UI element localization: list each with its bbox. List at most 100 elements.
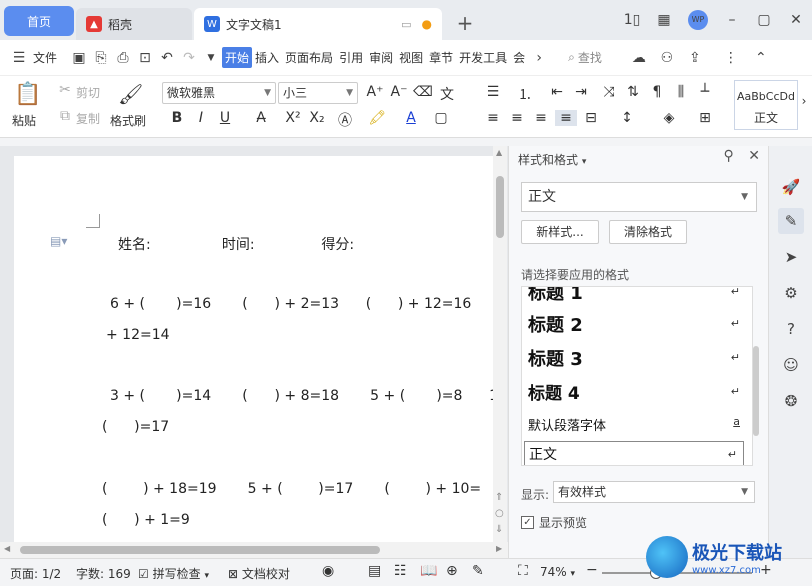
doc-line[interactable]: 3 + ( )=14 ( ) + 8=18 5 + ( )=8 10 xyxy=(110,388,507,404)
scroll-right-icon[interactable]: ▶ xyxy=(496,544,502,553)
select-browse-icon[interactable]: ○ xyxy=(495,508,504,519)
prev-page-icon[interactable]: ⇑ xyxy=(495,492,503,503)
word-count[interactable]: 字数: 169 xyxy=(76,565,131,582)
menu-item-developer[interactable]: 开发工具 xyxy=(456,49,510,66)
new-style-button[interactable]: 新样式... xyxy=(521,220,599,244)
new-tab-button[interactable]: + xyxy=(450,8,480,38)
reading-view-icon[interactable]: 📖 xyxy=(420,563,437,579)
monitor-icon[interactable]: ▭ xyxy=(401,18,411,31)
minimize-button[interactable]: – xyxy=(716,12,748,28)
style-item-heading2[interactable]: 标题 2 ↵ xyxy=(528,311,746,337)
hamburger-icon[interactable]: ☰ xyxy=(8,50,30,66)
paragraph-handle-icon[interactable]: ▤▾ xyxy=(50,234,67,248)
grid-icon[interactable]: ▦ xyxy=(648,12,680,28)
doc-line[interactable]: ( )=17 xyxy=(102,419,169,435)
pen-style-icon[interactable]: ✎ xyxy=(778,208,804,234)
search-box[interactable]: ⌕ 查找 xyxy=(568,49,602,66)
doc-line-header[interactable]: 姓名: 时间: 得分: xyxy=(118,234,354,254)
menu-item-reference[interactable]: 引用 xyxy=(336,49,366,66)
tab-stops-icon[interactable]: ┴ xyxy=(694,84,716,100)
plugin-icon[interactable]: ❂ xyxy=(778,388,804,414)
format-painter-icon[interactable]: 🖌 xyxy=(118,82,143,106)
current-style-select[interactable]: 正文 ▼ xyxy=(521,182,757,212)
show-preview-checkbox[interactable]: ✓ 显示预览 xyxy=(521,514,587,531)
page-count[interactable]: 页面: 1/2 xyxy=(10,565,61,582)
redo-icon[interactable]: ↷ xyxy=(178,50,200,66)
line-spacing-icon[interactable]: ↕ xyxy=(616,110,638,126)
scroll-up-icon[interactable]: ▲ xyxy=(496,148,502,157)
align-center-icon[interactable]: ≡ xyxy=(506,110,528,126)
cut-icon[interactable]: ✂ xyxy=(54,82,76,98)
preview-icon[interactable]: ⊡ xyxy=(134,50,156,66)
avatar[interactable]: WP xyxy=(688,10,708,30)
print-icon[interactable]: ⎙ xyxy=(112,50,134,66)
robot-icon[interactable]: ☺ xyxy=(778,352,804,378)
doc-line[interactable]: + 12=14 xyxy=(106,327,170,343)
doc-line[interactable]: ( ) + 1=9 xyxy=(102,512,190,528)
close-panel-icon[interactable]: ✕ xyxy=(748,148,760,164)
highlight-icon[interactable]: 🖍 xyxy=(366,110,388,126)
distributed-icon[interactable]: ⫼ xyxy=(670,84,692,100)
web-view-icon[interactable]: ⊕ xyxy=(446,563,458,579)
menu-item-start[interactable]: 开始 xyxy=(222,47,253,68)
decrease-indent-icon[interactable]: ⇤ xyxy=(546,84,568,100)
style-gallery-normal[interactable]: AaBbCcDd 正文 xyxy=(734,80,798,130)
grow-font-icon[interactable]: A⁺ xyxy=(364,84,386,100)
share-user-icon[interactable]: ⚇ xyxy=(656,50,678,66)
style-item-heading1[interactable]: 标题 1 ↵ xyxy=(528,287,746,305)
export-icon[interactable]: ⎘ xyxy=(90,50,112,66)
pin-icon[interactable]: ⚲ xyxy=(724,148,734,164)
next-page-icon[interactable]: ⇓ xyxy=(495,524,503,535)
font-size-select[interactable]: 小三 ▼ xyxy=(278,82,358,104)
rocket-icon[interactable]: 🚀 xyxy=(778,174,804,200)
panel-title[interactable]: 样式和格式 ▾ xyxy=(518,151,586,168)
paste-icon[interactable]: 📋 xyxy=(14,82,41,107)
align-right-icon[interactable]: ≡ xyxy=(530,110,552,126)
justify-icon[interactable]: ≡ xyxy=(555,110,577,126)
style-list-scrollbar[interactable] xyxy=(753,286,759,466)
superscript-icon[interactable]: X² xyxy=(282,110,304,126)
menu-file[interactable]: 文件 xyxy=(30,49,60,66)
eye-protection-icon[interactable]: ◉ xyxy=(322,563,334,579)
undo-icon[interactable]: ↶ xyxy=(156,50,178,66)
text-effect-icon[interactable]: Ⓐ xyxy=(334,110,356,130)
document-area[interactable]: ▤▾ 姓名: 时间: 得分: 6 + ( )=16 ( ) + 2=13 ( )… xyxy=(0,146,508,542)
zoom-level[interactable]: 74% ▾ xyxy=(540,565,575,579)
proofread-button[interactable]: ⊠ 文档校对 xyxy=(228,565,290,582)
chinese-layout-icon[interactable]: ⤨ xyxy=(598,84,620,100)
horizontal-scroll-thumb[interactable] xyxy=(20,546,380,554)
document-page[interactable]: ▤▾ 姓名: 时间: 得分: 6 + ( )=16 ( ) + 2=13 ( )… xyxy=(14,156,507,542)
tab-home[interactable]: 首页 xyxy=(4,6,74,36)
bullet-list-icon[interactable]: ☰ xyxy=(482,84,504,100)
tab-document[interactable]: W 文字文稿1 ▭ ● xyxy=(194,8,442,40)
save-icon[interactable]: ▣ xyxy=(68,50,90,66)
spellcheck-button[interactable]: ☑ 拼写检查 ▾ xyxy=(138,565,209,582)
font-color-icon[interactable]: A xyxy=(400,110,422,126)
show-marks-icon[interactable]: ¶ xyxy=(646,84,668,100)
menu-item-member[interactable]: 会 xyxy=(510,49,528,66)
zoom-out-button[interactable]: − xyxy=(586,562,598,578)
close-button[interactable]: ✕ xyxy=(780,12,812,28)
menu-item-review[interactable]: 审阅 xyxy=(366,49,396,66)
style-item-normal[interactable]: 正文 ↵ xyxy=(524,441,744,465)
export-share-icon[interactable]: ⇪ xyxy=(684,50,706,66)
fit-page-icon[interactable]: ⛶ xyxy=(518,563,528,579)
align-left-icon[interactable]: ≡ xyxy=(482,110,504,126)
layout-icon[interactable]: 1▯ xyxy=(616,12,648,28)
help-icon[interactable]: ? xyxy=(778,316,804,342)
cut-button[interactable]: 剪切 xyxy=(76,84,100,101)
bold-icon[interactable]: B xyxy=(166,110,188,126)
style-item-heading3[interactable]: 标题 3 ↵ xyxy=(528,345,746,371)
borders-icon[interactable]: ⊞ xyxy=(694,110,716,126)
style-list-scroll-thumb[interactable] xyxy=(753,346,759,436)
subscript-icon[interactable]: X₂ xyxy=(306,110,328,126)
menu-item-chapter[interactable]: 章节 xyxy=(426,49,456,66)
distribute-align-icon[interactable]: ⊟ xyxy=(580,110,602,126)
shading-icon[interactable]: ◈ xyxy=(658,110,680,126)
maximize-button[interactable]: ▢ xyxy=(748,12,780,28)
style-item-default-font[interactable]: 默认段落字体 a xyxy=(528,415,746,434)
page-view-icon[interactable]: ▤ xyxy=(368,563,381,579)
write-mode-icon[interactable]: ✎ xyxy=(472,563,484,579)
horizontal-scrollbar[interactable]: ◀ ▶ xyxy=(0,542,508,558)
scroll-left-icon[interactable]: ◀ xyxy=(4,544,10,553)
